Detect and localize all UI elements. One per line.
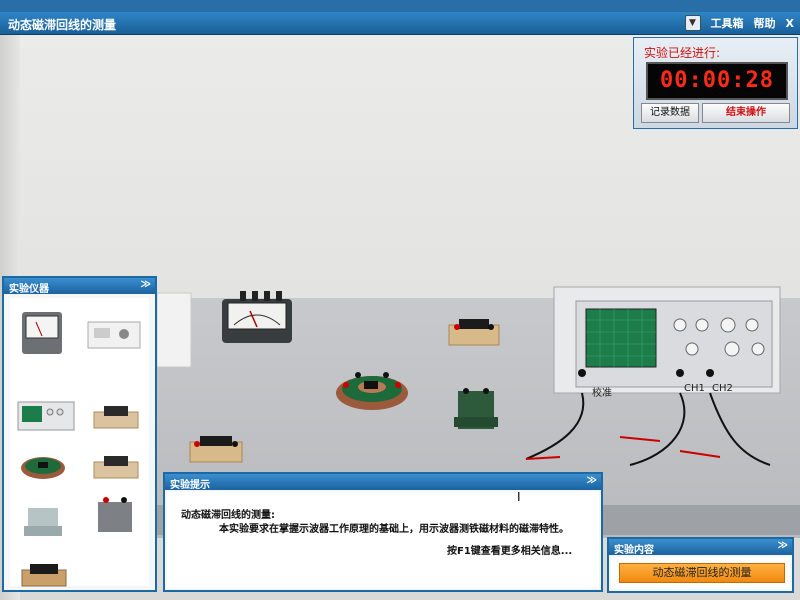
collapse-icon[interactable]: ≫ <box>778 540 788 551</box>
timer-label: 实验已经进行: <box>644 46 721 60</box>
hint-description: 本实验要求在掌握示波器工作原理的基础上，用示波器测铁磁材料的磁滞特性。 <box>219 524 569 535</box>
power-board-icon[interactable] <box>86 320 142 350</box>
title-bar: 动态磁滞回线的测量 ▼ 工具箱 帮助 X <box>0 12 800 35</box>
hint-heading: 动态磁滞回线的测量: <box>181 510 275 521</box>
transformer-icon[interactable] <box>22 504 64 540</box>
help-menu[interactable]: 帮助 <box>754 15 776 31</box>
instruments-panel: 实验仪器 ≫ <box>2 276 157 592</box>
elapsed-time-display: 00:00:28 <box>646 62 788 100</box>
instruments-list <box>10 298 149 587</box>
sample-ring-icon[interactable] <box>18 450 68 482</box>
top-strip <box>0 0 800 12</box>
hint-panel-title: 实验提示 <box>170 480 210 491</box>
transformer-icon[interactable] <box>452 387 500 435</box>
hint-panel-header: 实验提示 ≫ <box>165 474 601 491</box>
resistor-box-icon[interactable] <box>92 402 140 432</box>
close-icon[interactable]: X <box>786 17 794 30</box>
bench-box <box>156 292 192 368</box>
probe-cables <box>525 392 771 466</box>
instruments-panel-header: 实验仪器 ≫ <box>4 278 155 295</box>
ammeter-icon[interactable] <box>18 304 66 356</box>
timer-panel: 实验已经进行: 00:00:28 记录数据 结束操作 <box>633 37 798 129</box>
content-panel-title: 实验内容 <box>614 545 654 556</box>
resistor-box-icon[interactable] <box>188 430 244 464</box>
hint-body: 动态磁滞回线的测量: 本实验要求在掌握示波器工作原理的基础上，用示波器测铁磁材料… <box>167 492 599 588</box>
content-panel: 实验内容 ≫ 动态磁滞回线的测量 <box>607 537 794 593</box>
oscilloscope-icon[interactable] <box>16 398 76 432</box>
hint-more-info: 按F1键查看更多相关信息... <box>447 546 573 557</box>
resistor-box-icon[interactable] <box>447 315 501 347</box>
text-cursor-icon: I <box>517 490 521 504</box>
content-panel-header: 实验内容 ≫ <box>609 539 792 556</box>
resistor-box-icon[interactable] <box>20 560 68 590</box>
ammeter-icon[interactable] <box>220 287 296 347</box>
content-body: 动态磁滞回线的测量 <box>611 557 790 589</box>
sample-ring-icon[interactable] <box>334 365 410 413</box>
hint-panel: 实验提示 ≫ 动态磁滞回线的测量: 本实验要求在掌握示波器工作原理的基础上，用示… <box>163 472 603 592</box>
toolbox-menu[interactable]: 工具箱 <box>711 15 744 31</box>
collapse-icon[interactable]: ≫ <box>587 475 597 486</box>
collapse-icon[interactable]: ≫ <box>141 279 151 290</box>
window-title: 动态磁滞回线的测量 <box>8 18 117 32</box>
experiment-item-button[interactable]: 动态磁滞回线的测量 <box>619 563 785 583</box>
chevron-down-icon[interactable]: ▼ <box>684 15 701 31</box>
record-data-button[interactable]: 记录数据 <box>641 103 699 123</box>
resistor-box-icon[interactable] <box>92 452 140 482</box>
instruments-panel-title: 实验仪器 <box>9 284 49 295</box>
battery-icon[interactable] <box>94 494 136 534</box>
end-operation-button[interactable]: 结束操作 <box>702 103 790 123</box>
